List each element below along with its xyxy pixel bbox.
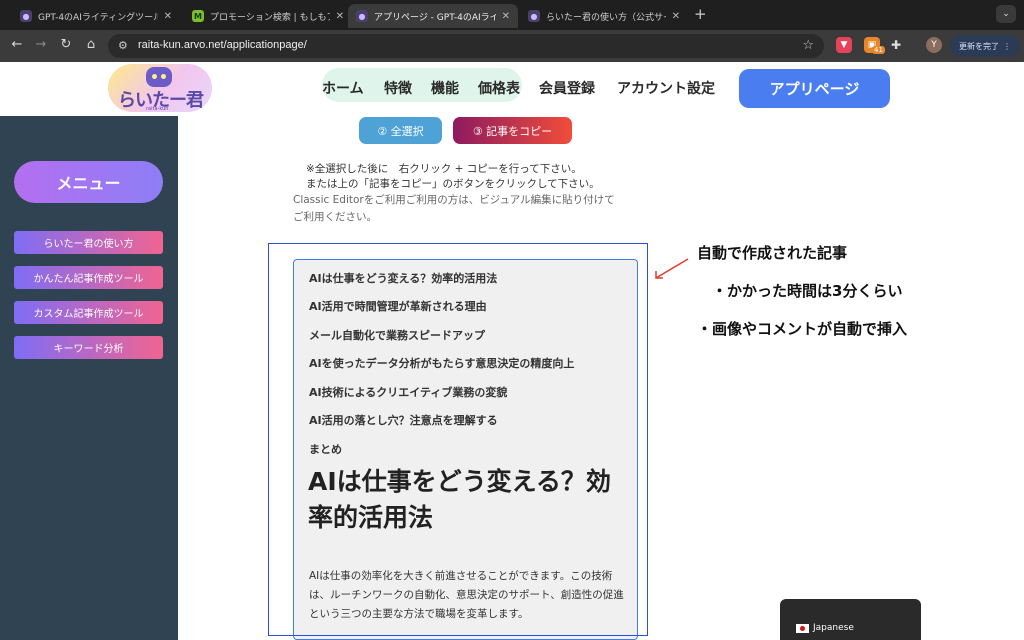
highlight-box — [268, 243, 648, 636]
web-page: メニュー らいたー君の使い方 かんたん記事作成ツール カスタム記事作成ツール キ… — [0, 62, 1024, 640]
nav-account-settings[interactable]: アカウント設定 — [617, 78, 715, 98]
menu-title-button[interactable]: メニュー — [14, 161, 163, 203]
annotation-title: 自動で作成された記事 — [697, 244, 848, 262]
sidebar-item-easy-article[interactable]: かんたん記事作成ツール — [14, 266, 163, 289]
tab-title: アプリページ - GPT-4のAIライティ — [374, 12, 496, 23]
browser-toolbar: ← → ↻ ⌂ ⚙ raita-kun.arvo.net/application… — [0, 30, 1024, 62]
language-selector[interactable]: Japanese — [780, 599, 921, 640]
browser-tab-active[interactable]: ● アプリページ - GPT-4のAIライティ ✕ — [348, 4, 518, 28]
tab-search-icon[interactable]: ⌄ — [996, 5, 1016, 23]
nav-signup[interactable]: 会員登録 — [539, 78, 595, 98]
m-favicon-icon: M — [192, 10, 204, 22]
tab-title: らいたー君の使い方（公式サイト — [546, 12, 666, 23]
extension-badge: 41 — [872, 46, 885, 54]
instruction-note: または上の「記事をコピー」のボタンをクリックして下さい。 — [306, 178, 600, 190]
classic-editor-note: ご利用ください。 — [293, 211, 377, 223]
address-bar[interactable]: ⚙ raita-kun.arvo.net/applicationpage/ ☆ — [108, 34, 824, 58]
robot-favicon-icon: ● — [356, 10, 368, 22]
tab-title: GPT-4のAIライティングツール — [38, 12, 158, 23]
bookmark-star-icon[interactable]: ☆ — [802, 38, 814, 53]
nav-functions[interactable]: 機能 — [431, 78, 459, 98]
url-text: raita-kun.arvo.net/applicationpage/ — [138, 39, 307, 51]
nav-features[interactable]: 特徴 — [384, 78, 412, 98]
browser-tab-strip: ● GPT-4のAIライティングツール ✕ M プロモーション検索 | もしもア… — [0, 0, 1024, 30]
forward-icon[interactable]: → — [32, 37, 50, 52]
profile-avatar[interactable]: Y — [926, 37, 942, 53]
sidebar-item-usage[interactable]: らいたー君の使い方 — [14, 231, 163, 254]
close-tab-icon[interactable]: ✕ — [502, 11, 510, 22]
more-menu-icon: ⋮ — [1003, 41, 1011, 51]
select-all-button[interactable]: ② 全選択 — [359, 117, 442, 144]
annotation-point: ・かかった時間は3分くらい — [712, 282, 903, 300]
close-tab-icon[interactable]: ✕ — [336, 11, 344, 22]
pocket-extension-icon[interactable]: ▼ — [836, 37, 852, 53]
annotation-point: ・画像やコメントが自動で挿入 — [697, 320, 908, 338]
robot-favicon-icon: ● — [528, 10, 540, 22]
nav-home[interactable]: ホーム — [322, 78, 364, 98]
back-icon[interactable]: ← — [8, 37, 26, 52]
logo-subtext: raita-kun — [146, 106, 169, 112]
new-tab-icon[interactable]: + — [694, 5, 707, 23]
home-icon[interactable]: ⌂ — [82, 37, 100, 52]
site-info-icon[interactable]: ⚙ — [118, 39, 128, 52]
close-tab-icon[interactable]: ✕ — [672, 11, 680, 22]
robot-logo-icon — [146, 67, 172, 87]
classic-editor-note: Classic Editorをご利用ご利用の方は、ビジュアル編集に貼り付けて — [293, 194, 615, 206]
nav-pricing[interactable]: 価格表 — [478, 78, 520, 98]
tab-title: プロモーション検索 | もしもアフ — [210, 12, 330, 23]
robot-favicon-icon: ● — [20, 10, 32, 22]
browser-tab[interactable]: M プロモーション検索 | もしもアフ ✕ — [184, 4, 352, 28]
update-button-label: 更新を完了 — [959, 41, 999, 51]
site-logo[interactable]: らいたー君 raita-kun — [108, 64, 212, 112]
copy-article-button[interactable]: ③ 記事をコピー — [453, 117, 572, 144]
browser-tab[interactable]: ● GPT-4のAIライティングツール ✕ — [12, 4, 180, 28]
app-page-button[interactable]: アプリページ — [739, 69, 890, 108]
japan-flag-icon — [796, 624, 809, 633]
instruction-note: ※全選択した後に 右クリック + コピーを行って下さい。 — [306, 163, 582, 175]
sidebar-item-custom-article[interactable]: カスタム記事作成ツール — [14, 301, 163, 324]
sidebar-item-keyword-analysis[interactable]: キーワード分析 — [14, 336, 163, 359]
close-tab-icon[interactable]: ✕ — [164, 11, 172, 22]
browser-tab[interactable]: ● らいたー君の使い方（公式サイト ✕ — [520, 4, 688, 28]
reload-icon[interactable]: ↻ — [57, 37, 75, 52]
update-button[interactable]: 更新を完了 ⋮ — [950, 35, 1020, 57]
language-label: Japanese — [813, 623, 854, 633]
extensions-puzzle-icon[interactable]: ✚ — [888, 37, 904, 53]
annotation-arrow-icon — [655, 258, 689, 279]
